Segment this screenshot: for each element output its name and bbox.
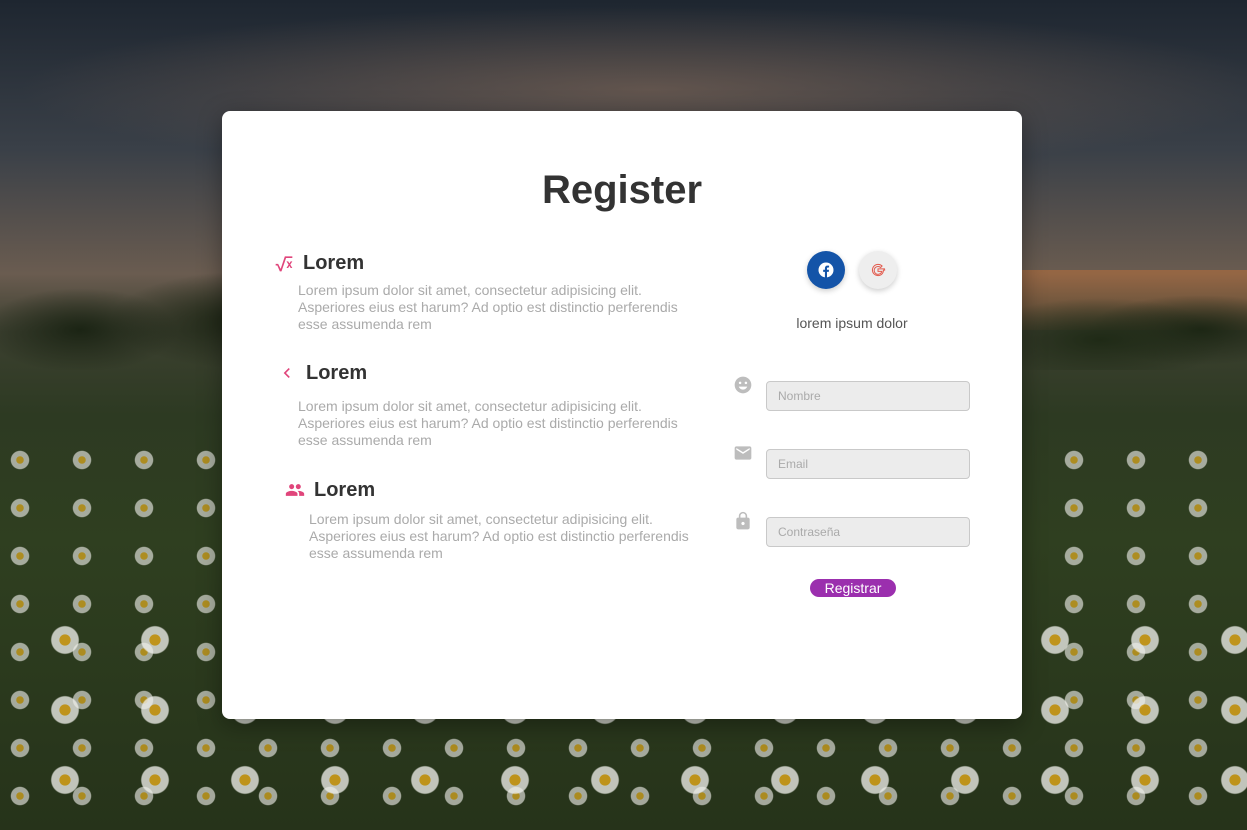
feature-title: Lorem: [314, 478, 376, 501]
email-input[interactable]: [766, 449, 970, 479]
name-input[interactable]: [766, 381, 970, 411]
feature-item: Lorem Lorem ipsum dolor sit amet, consec…: [276, 360, 703, 449]
feature-description: Lorem ipsum dolor sit amet, consectetur …: [298, 282, 678, 332]
password-field-row: [732, 511, 970, 547]
smiley-icon: [732, 374, 754, 396]
email-field-row: [732, 446, 970, 479]
social-login: [807, 251, 897, 289]
feature-item: Lorem Lorem ipsum dolor sit amet, consec…: [273, 250, 703, 333]
facebook-login-button[interactable]: [807, 251, 845, 289]
people-icon: [284, 479, 306, 501]
feature-item: Lorem Lorem ipsum dolor sit amet, consec…: [284, 477, 704, 562]
feature-title: Lorem: [303, 251, 365, 274]
name-field-row: [732, 376, 970, 411]
feature-description: Lorem ipsum dolor sit amet, consectetur …: [298, 398, 678, 448]
password-input[interactable]: [766, 517, 970, 547]
register-button[interactable]: Registrar: [810, 579, 896, 597]
lock-icon: [732, 510, 754, 532]
mail-icon: [732, 442, 754, 464]
square-root-icon: [273, 252, 295, 274]
chevron-left-icon: [276, 362, 298, 384]
page-title: Register: [541, 168, 703, 212]
google-icon: [871, 263, 886, 277]
facebook-icon: [818, 262, 834, 278]
google-login-button[interactable]: [859, 251, 897, 289]
feature-title: Lorem: [306, 361, 368, 384]
social-tagline: lorem ipsum dolor: [796, 315, 908, 331]
feature-description: Lorem ipsum dolor sit amet, consectetur …: [309, 511, 689, 561]
register-card: Register Lorem Lorem ipsum dolor sit ame…: [222, 111, 1022, 719]
